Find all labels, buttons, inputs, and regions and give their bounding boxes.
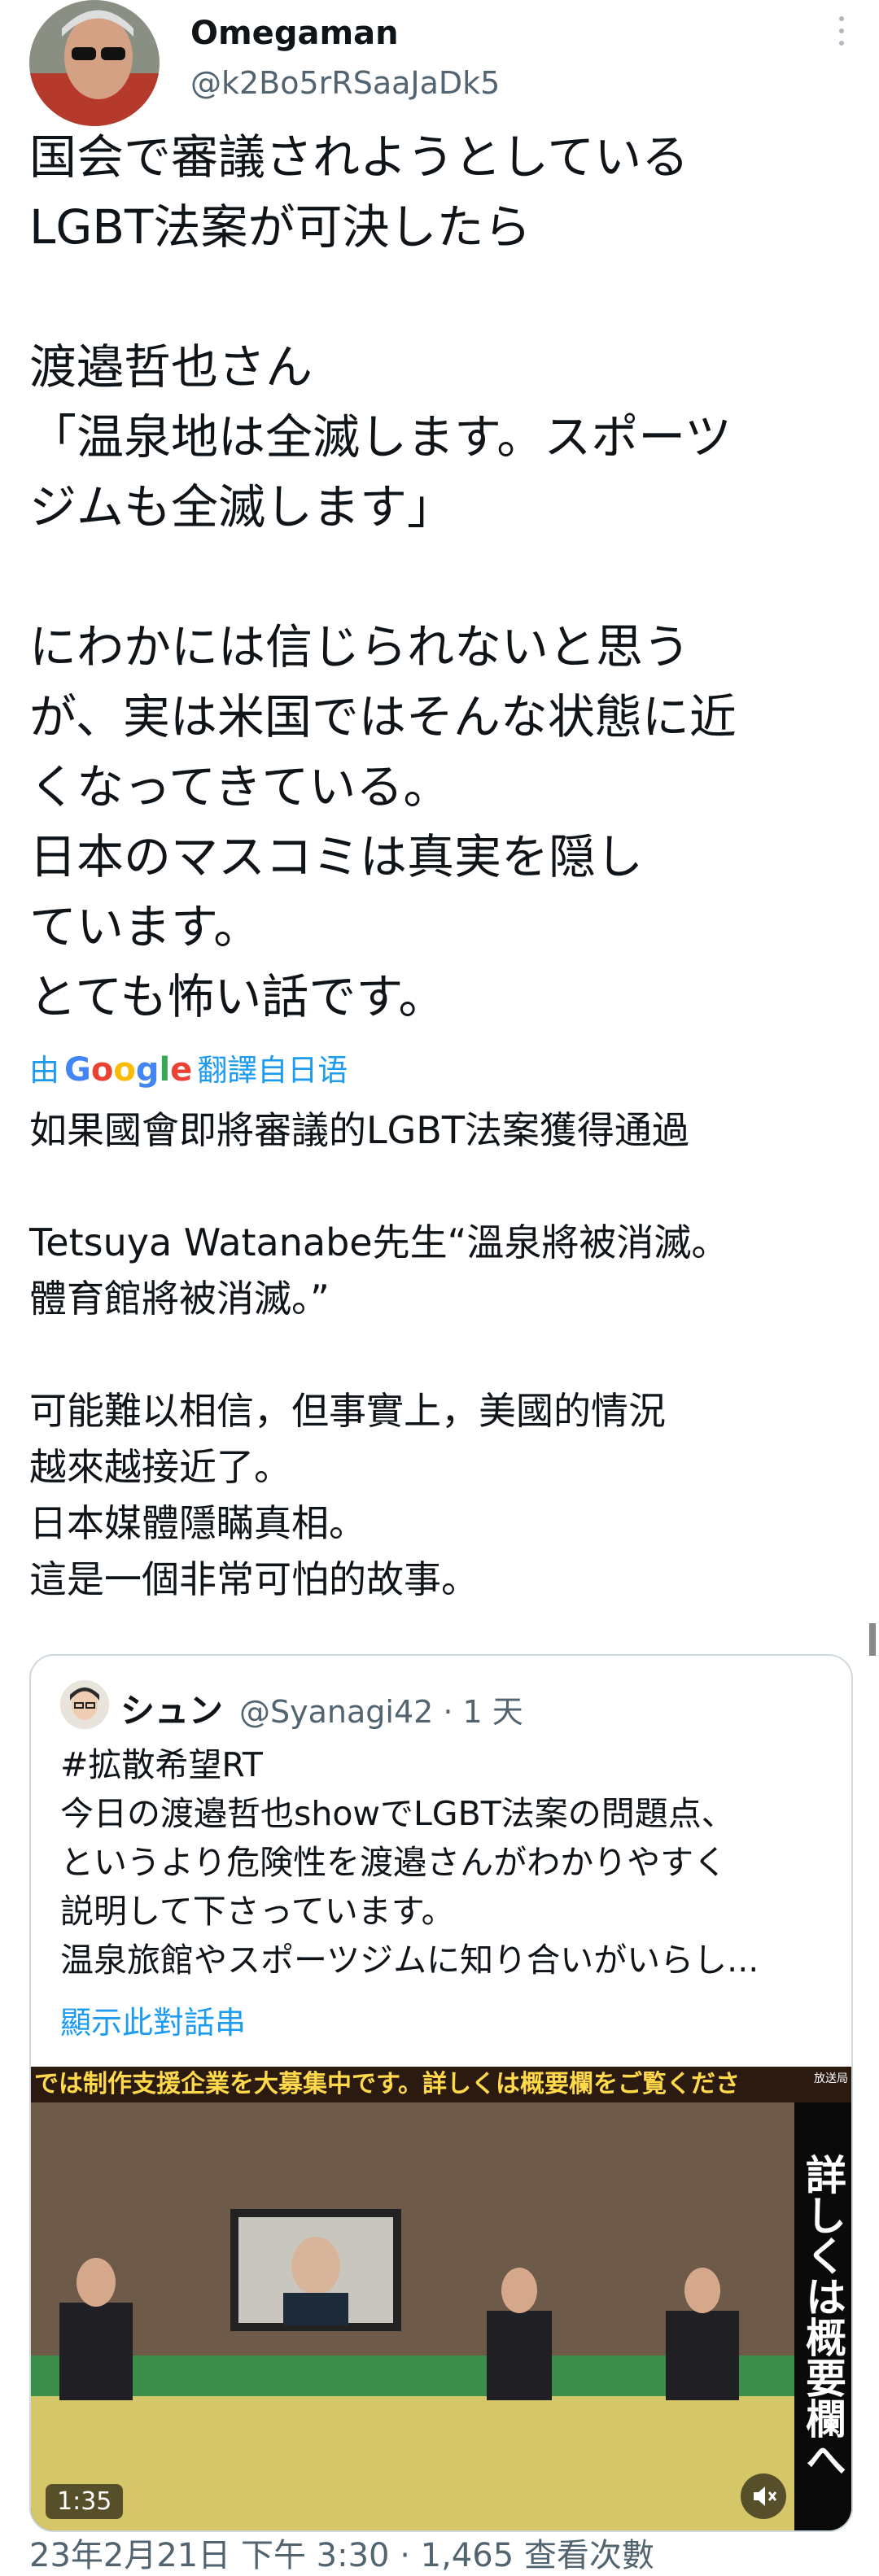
quoted-author-handle: @Syanagi42 · 1 天 — [239, 1694, 523, 1730]
author-handle[interactable]: @k2Bo5rRSaaJaDk5 — [190, 65, 500, 101]
video-player[interactable]: では制作支援企業を大募集中です。詳しくは概要欄をご覧くださ 放送局 詳しくは概要… — [31, 2067, 851, 2530]
video-corner-label: 放送局 — [814, 2072, 848, 2085]
scrollbar-thumb[interactable] — [869, 1623, 876, 1656]
google-logo: Google — [64, 1051, 193, 1089]
translated-suffix: 翻譯自日语 — [197, 1053, 348, 1088]
video-ticker: では制作支援企業を大募集中です。詳しくは概要欄をご覧くださ — [31, 2067, 851, 2102]
translated-prefix: 由 — [29, 1053, 59, 1088]
author-avatar[interactable] — [29, 0, 160, 126]
quoted-tweet-text: #拡散希望RT 今日の渡邉哲也showでLGBT法案の問題点、 というより危険性… — [60, 1745, 759, 1980]
video-side-banner: 詳しくは概要欄へ — [794, 2102, 851, 2530]
quoted-tweet[interactable]: シュン @Syanagi42 · 1 天 #拡散希望RT 今日の渡邉哲也show… — [29, 1654, 853, 2532]
tweet-meta-partial: 23年2月21日 下午 3:30 · 1,465 查看次數 — [29, 2537, 654, 2574]
author-name[interactable]: Omegaman — [190, 15, 399, 52]
mute-icon[interactable] — [741, 2473, 786, 2519]
tweet-header: Omegaman @k2Bo5rRSaaJaDk5 — [29, 0, 850, 138]
tweet-text: 国会で審議されようとしている LGBT法案が可決したら 渡邉哲也さん 「温泉地は… — [29, 129, 737, 1024]
show-thread-link[interactable]: 顯示此對話串 — [60, 1997, 246, 2042]
translation-attribution[interactable]: 由 Google 翻譯自日语 — [29, 1046, 348, 1089]
quoted-author-name: シュン — [120, 1691, 224, 1731]
more-options-icon[interactable] — [833, 16, 850, 52]
video-duration: 1:35 — [46, 2484, 124, 2519]
translated-text: 如果國會即將審議的LGBT法案獲得通過 Tetsuya Watanabe先生“溫… — [29, 1108, 729, 1601]
quoted-author-avatar — [60, 1680, 109, 1729]
